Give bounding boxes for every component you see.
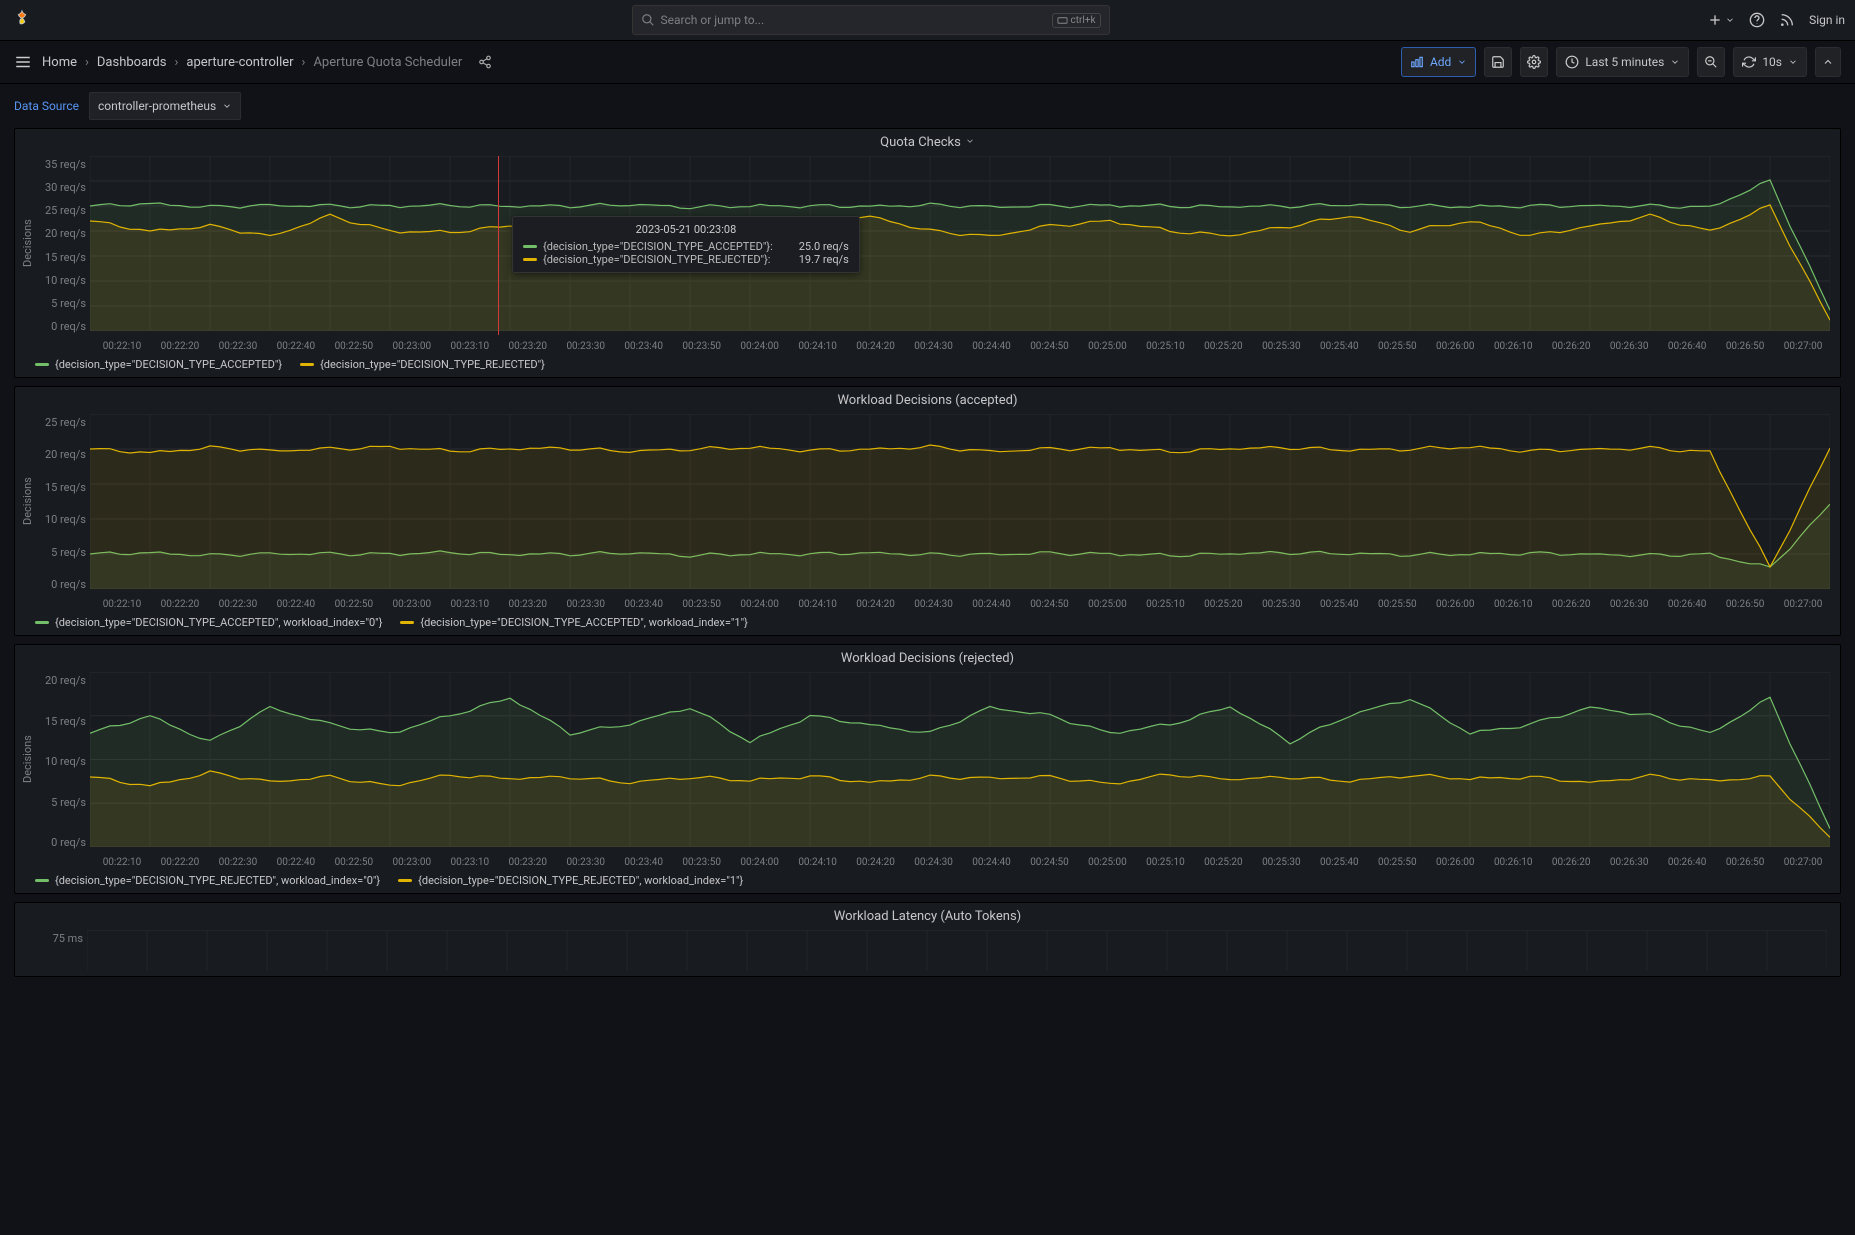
chevron-down-icon — [1725, 15, 1735, 25]
chart-plot[interactable] — [90, 414, 1832, 593]
panels-area: Quota ChecksDecisions35 req/s30 req/s25 … — [0, 128, 1855, 999]
hover-cursor — [498, 156, 499, 335]
search-icon — [641, 13, 655, 27]
y-axis: 25 req/s20 req/s15 req/s10 req/s5 req/s0… — [36, 414, 90, 593]
variable-row: Data Source controller-prometheus — [0, 84, 1855, 128]
panel-wl_accepted: Workload Decisions (accepted) Decisions25… — [14, 386, 1841, 636]
x-axis: 00:22:1000:22:2000:22:3000:22:4000:22:50… — [15, 595, 1840, 612]
chart-plot[interactable]: 2023-05-21 00:23:08{decision_type="DECIS… — [90, 156, 1832, 335]
search-shortcut: ctrl+k — [1052, 13, 1100, 28]
keyboard-icon — [1057, 15, 1068, 26]
legend-swatch — [400, 621, 414, 624]
x-axis: 00:22:1000:22:2000:22:3000:22:4000:22:50… — [15, 337, 1840, 354]
rss-icon — [1779, 12, 1795, 28]
legend-swatch — [35, 621, 49, 624]
nav-bar: Home › Dashboards › aperture-controller … — [0, 41, 1855, 84]
refresh-button[interactable]: 10s — [1733, 47, 1807, 77]
add-panel-button[interactable]: Add — [1401, 47, 1476, 77]
variable-label: Data Source — [14, 99, 79, 113]
panel-wl_latency: Workload Latency (Auto Tokens) 75 ms — [14, 902, 1841, 977]
legend-swatch — [300, 363, 314, 366]
menu-toggle[interactable] — [14, 53, 32, 71]
zoom-out-button[interactable] — [1697, 47, 1725, 77]
breadcrumb-home[interactable]: Home — [42, 55, 77, 70]
chart-plot[interactable] — [90, 672, 1832, 851]
chevron-right-icon: › — [302, 55, 306, 70]
legend-swatch — [35, 879, 49, 882]
breadcrumb-dashboards[interactable]: Dashboards — [97, 55, 167, 70]
chevron-right-icon: › — [85, 55, 89, 70]
variable-select-datasource[interactable]: controller-prometheus — [89, 92, 241, 120]
share-button[interactable] — [478, 55, 492, 69]
chevron-up-icon — [1822, 56, 1834, 68]
panel-quota_checks: Quota Checks Decisions35 req/s30 req/s25 … — [14, 128, 1841, 378]
breadcrumb: Home › Dashboards › aperture-controller … — [42, 55, 492, 70]
panel-title[interactable]: Workload Decisions (accepted) — [15, 387, 1840, 410]
y-axis-label: Decisions — [19, 156, 36, 331]
breadcrumb-current: Aperture Quota Scheduler — [313, 55, 462, 70]
chevron-right-icon: › — [174, 55, 178, 70]
top-bar: Search or jump to... ctrl+k Sign in — [0, 0, 1855, 41]
chart-plot[interactable] — [87, 930, 1832, 974]
kiosk-button[interactable] — [1815, 47, 1841, 77]
legend-item[interactable]: {decision_type="DECISION_TYPE_REJECTED"} — [300, 358, 545, 371]
y-axis-label: Decisions — [19, 414, 36, 589]
global-search[interactable]: Search or jump to... ctrl+k — [632, 5, 1110, 35]
y-axis: 20 req/s15 req/s10 req/s5 req/s0 req/s — [36, 672, 90, 851]
chevron-down-icon — [222, 101, 232, 111]
help-button[interactable] — [1749, 12, 1765, 28]
plus-icon — [1707, 12, 1723, 28]
zoom-out-icon — [1704, 55, 1718, 69]
dashboard-settings-button[interactable] — [1520, 47, 1548, 77]
legend-swatch — [398, 879, 412, 882]
legend-item[interactable]: {decision_type="DECISION_TYPE_REJECTED",… — [35, 874, 380, 887]
gear-icon — [1527, 55, 1541, 69]
legend-item[interactable]: {decision_type="DECISION_TYPE_ACCEPTED"} — [35, 358, 282, 371]
signin-link[interactable]: Sign in — [1809, 13, 1845, 27]
chevron-down-icon — [1457, 57, 1467, 67]
panel-title[interactable]: Workload Decisions (rejected) — [15, 645, 1840, 668]
clock-icon — [1565, 55, 1579, 69]
y-axis-label: Decisions — [19, 672, 36, 847]
panel-title[interactable]: Workload Latency (Auto Tokens) — [15, 903, 1840, 926]
time-range-picker[interactable]: Last 5 minutes — [1556, 47, 1689, 77]
panel-wl_rejected: Workload Decisions (rejected) Decisions20… — [14, 644, 1841, 894]
y-axis: 35 req/s30 req/s25 req/s20 req/s15 req/s… — [36, 156, 90, 335]
save-dashboard-button[interactable] — [1484, 47, 1512, 77]
refresh-icon — [1742, 55, 1756, 69]
chart-legend: {decision_type="DECISION_TYPE_ACCEPTED"}… — [15, 354, 1840, 377]
legend-item[interactable]: {decision_type="DECISION_TYPE_ACCEPTED",… — [400, 616, 747, 629]
chevron-down-icon — [1788, 57, 1798, 67]
search-placeholder: Search or jump to... — [661, 13, 765, 27]
panel-title[interactable]: Quota Checks — [15, 129, 1840, 152]
chevron-down-icon — [1670, 57, 1680, 67]
add-menu[interactable] — [1707, 12, 1735, 28]
chart-tooltip: 2023-05-21 00:23:08{decision_type="DECIS… — [512, 216, 860, 273]
help-icon — [1749, 12, 1765, 28]
news-button[interactable] — [1779, 12, 1795, 28]
menu-icon — [14, 53, 32, 71]
legend-item[interactable]: {decision_type="DECISION_TYPE_REJECTED",… — [398, 874, 743, 887]
panel-add-icon — [1410, 55, 1424, 69]
y-axis: 75 ms — [33, 930, 87, 974]
breadcrumb-folder[interactable]: aperture-controller — [186, 55, 293, 70]
x-axis: 00:22:1000:22:2000:22:3000:22:4000:22:50… — [15, 853, 1840, 870]
grafana-logo[interactable] — [10, 8, 34, 32]
chart-legend: {decision_type="DECISION_TYPE_REJECTED",… — [15, 870, 1840, 893]
legend-item[interactable]: {decision_type="DECISION_TYPE_ACCEPTED",… — [35, 616, 382, 629]
legend-swatch — [35, 363, 49, 366]
share-icon — [478, 55, 492, 69]
save-icon — [1491, 55, 1505, 69]
chart-legend: {decision_type="DECISION_TYPE_ACCEPTED",… — [15, 612, 1840, 635]
chevron-down-icon — [965, 135, 975, 150]
